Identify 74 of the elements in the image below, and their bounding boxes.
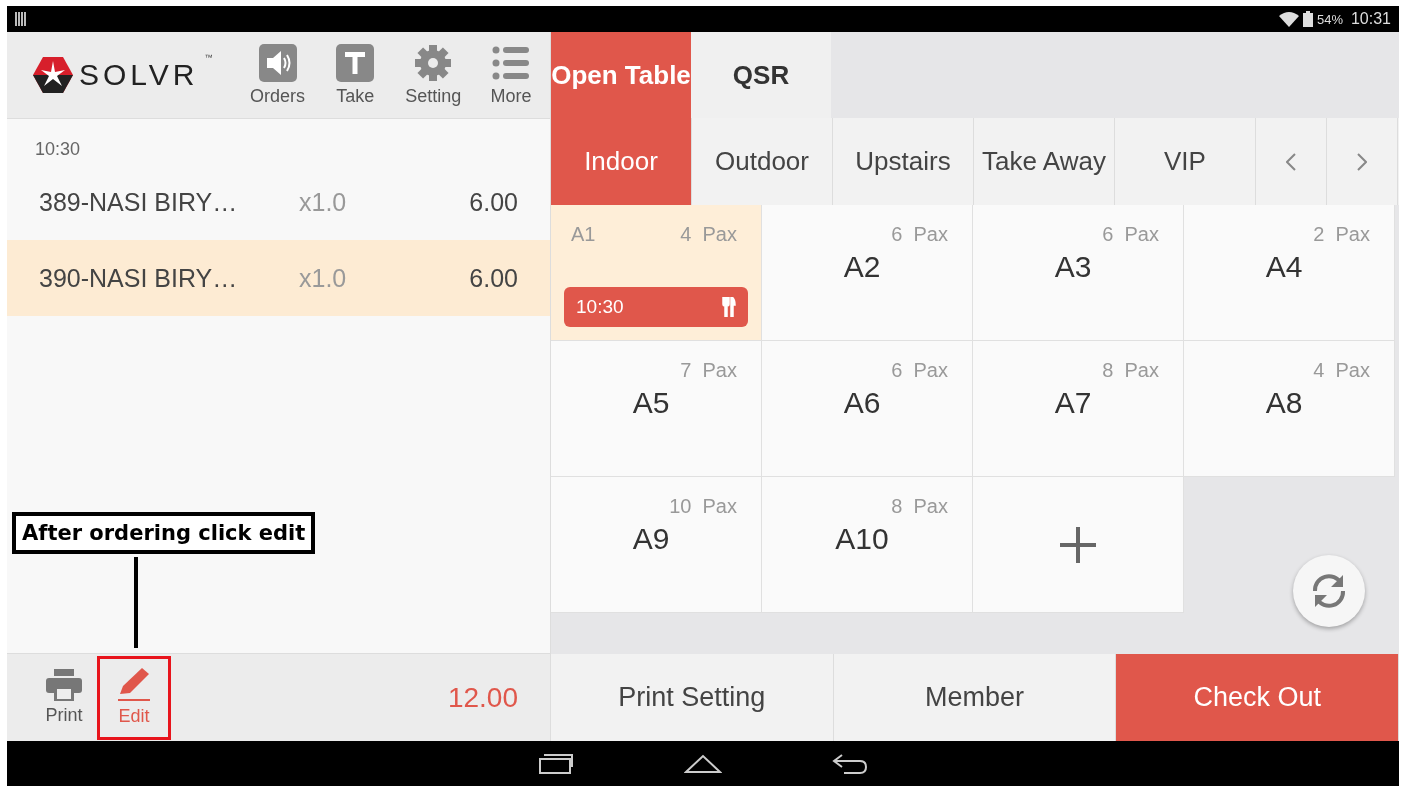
pax-count: 2 Pax [1313,223,1370,246]
table-tile[interactable]: 6 Pax A6 [762,341,973,477]
utensils-icon [722,297,736,317]
table-name: A4 [1265,249,1303,284]
table-tile[interactable]: 8 Pax A10 [762,477,973,613]
printer-icon [46,669,82,701]
order-item[interactable]: 390-NASI BIRY… x1.0 6.00 [7,240,550,316]
order-item[interactable]: 389-NASI BIRY… x1.0 6.00 [7,164,550,240]
barcode-icon [15,12,27,26]
table-name: A8 [1265,385,1303,420]
table-tile[interactable]: 2 Pax A4 [1184,205,1395,341]
item-price: 6.00 [468,263,518,293]
battery-percent: 54% [1316,11,1343,27]
chevron-right-icon [1357,152,1367,171]
battery-icon [1302,11,1313,27]
wifi-icon [1278,11,1299,27]
pax-count: 6 Pax [891,359,948,382]
table-tile[interactable]: 8 Pax A7 [973,341,1184,477]
action-button[interactable]: Check Out [1116,654,1399,741]
order-total: 12.00 [446,681,519,714]
pencil-icon [116,668,152,702]
table-tile[interactable]: 10 Pax A9 [551,477,762,613]
settings-icon [414,43,453,82]
table-name: A2 [843,249,881,284]
pax-count: 10 Pax [669,495,737,518]
table-tile[interactable]: 6 Pax A3 [973,205,1184,341]
mode-tab[interactable]: QSR [691,32,831,118]
logo-icon [33,57,73,93]
floor-tab[interactable]: Indoor [551,118,692,205]
table-tile[interactable]: A1 4 Pax 10:30 [551,205,762,341]
pax-count: 4 Pax [1313,359,1370,382]
pax-count: 6 Pax [891,223,948,246]
order-time: 10:30 [34,138,82,161]
home-icon[interactable] [684,753,722,774]
recents-icon[interactable] [538,752,574,775]
action-button[interactable]: Member [833,654,1117,741]
table-name: A7 [1054,385,1092,420]
pax-count: 7 Pax [680,359,737,382]
item-quantity: x1.0 [299,263,348,293]
seated-time: 10:30 [576,296,624,318]
item-name: 389-NASI BIRY… [39,187,239,217]
print-button[interactable]: Print [25,669,103,726]
plus-icon [1060,526,1096,563]
item-quantity: x1.0 [299,187,348,217]
chevron-left-icon [1286,152,1296,171]
pax-count: 6 Pax [1102,223,1159,246]
mode-tab[interactable]: Open Table [551,32,691,118]
table-name: A1 [571,223,596,246]
annotation-callout: After ordering click edit [12,512,316,554]
table-tile[interactable]: 7 Pax A5 [551,341,762,477]
logo-text: SOLVR [79,58,199,92]
toolbar-button[interactable]: Orders [238,43,317,107]
pax-count: 8 Pax [1102,359,1159,382]
table-name: A10 [835,521,889,556]
action-button[interactable]: Print Setting [551,654,834,741]
item-price: 6.00 [468,187,518,217]
pax-count: 8 Pax [891,495,948,518]
back-icon[interactable] [832,752,868,775]
table-tile[interactable]: 6 Pax A2 [762,205,973,341]
refresh-button[interactable] [1293,555,1365,627]
trademark-mark: ™ [204,53,213,62]
table-name: A5 [632,385,670,420]
clock: 10:31 [1350,10,1391,28]
toolbar-button[interactable]: Setting [394,43,473,107]
table-tile[interactable]: 4 Pax A8 [1184,341,1395,477]
pax-count: 4 Pax [680,223,737,246]
table-name: A3 [1054,249,1092,284]
table-name: A9 [632,521,670,556]
toolbar-button[interactable]: More [472,43,550,107]
t-square-icon [336,43,375,82]
speaker-icon [258,43,297,82]
toolbar-button[interactable]: Take [316,43,395,107]
table-name: A6 [843,385,881,420]
item-name: 390-NASI BIRY… [39,263,239,293]
